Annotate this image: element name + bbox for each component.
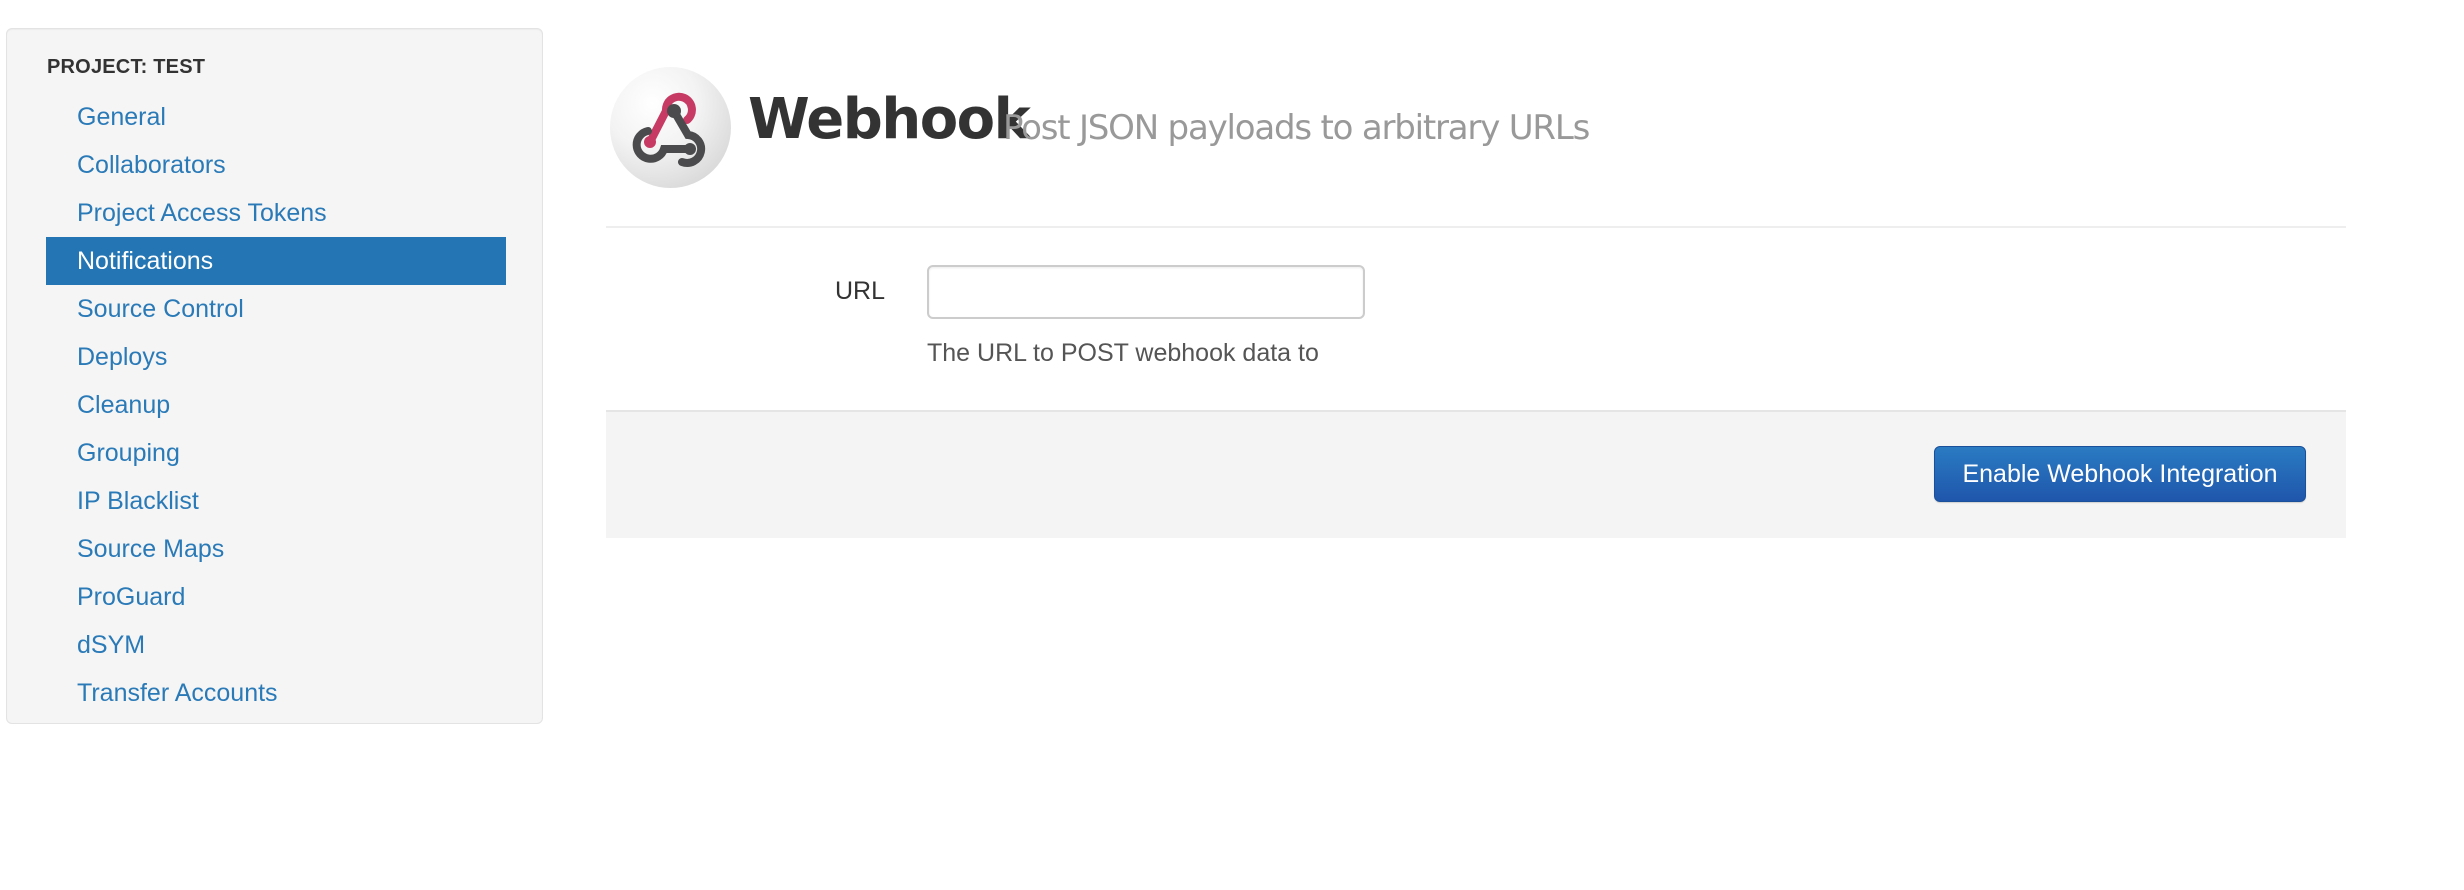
sidebar-item-notifications[interactable]: Notifications (46, 237, 506, 285)
sidebar-item-collaborators[interactable]: Collaborators (46, 141, 506, 189)
sidebar-item-general[interactable]: General (46, 93, 506, 141)
sidebar-item-source-maps[interactable]: Source Maps (46, 525, 506, 573)
sidebar-item-ip-blacklist[interactable]: IP Blacklist (46, 477, 506, 525)
form-footer: Enable Webhook Integration (606, 410, 2346, 538)
sidebar-nav-list: General Collaborators Project Access Tok… (46, 93, 506, 717)
webhook-logo (610, 67, 731, 188)
project-settings-sidebar: PROJECT: TEST General Collaborators Proj… (6, 28, 543, 724)
page-subtitle: Post JSON payloads to arbitrary URLs (1003, 108, 1590, 148)
sidebar-item-proguard[interactable]: ProGuard (46, 573, 506, 621)
sidebar-item-deploys[interactable]: Deploys (46, 333, 506, 381)
url-label: URL (835, 277, 886, 305)
sidebar-item-cleanup[interactable]: Cleanup (46, 381, 506, 429)
page-title: Webhook (748, 87, 1031, 152)
enable-webhook-integration-button[interactable]: Enable Webhook Integration (1934, 446, 2306, 502)
sidebar-item-source-control[interactable]: Source Control (46, 285, 506, 333)
page: PROJECT: TEST General Collaborators Proj… (0, 0, 2464, 890)
url-help-text: The URL to POST webhook data to (927, 339, 1319, 367)
sidebar-item-project-access-tokens[interactable]: Project Access Tokens (46, 189, 506, 237)
header-divider (606, 226, 2346, 228)
sidebar-header: PROJECT: TEST (47, 56, 206, 78)
sidebar-item-dsym[interactable]: dSYM (46, 621, 506, 669)
sidebar-item-transfer-accounts[interactable]: Transfer Accounts (46, 669, 506, 717)
url-input[interactable] (927, 265, 1365, 319)
webhook-icon (632, 92, 706, 167)
sidebar-item-grouping[interactable]: Grouping (46, 429, 506, 477)
